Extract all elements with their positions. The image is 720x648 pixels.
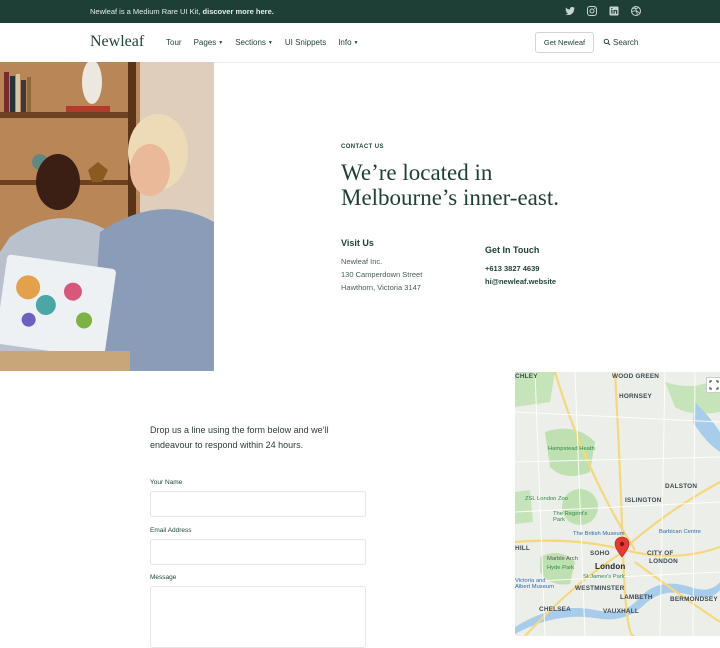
map-poi: St James's Park	[583, 574, 625, 580]
office-photo	[0, 62, 214, 371]
announcement-bar: Newleaf is a Medium Rare UI Kit, discove…	[0, 0, 720, 23]
social-links	[564, 5, 642, 17]
address-block: Newleaf Inc. 130 Camperdown Street Hawth…	[341, 255, 422, 294]
chevron-down-icon: ▼	[267, 40, 273, 46]
logo[interactable]: Newleaf	[90, 33, 144, 51]
main-navigation: Newleaf Tour Pages ▼ Sections ▼ UI Snippet…	[0, 23, 720, 63]
linkedin-icon[interactable]	[608, 5, 620, 17]
nav-menu: Tour Pages ▼ Sections ▼ UI Snippets Info ▼	[166, 38, 371, 47]
map-poi: The Regent's Park	[553, 511, 588, 523]
map-label: BERMONDSEY	[670, 596, 718, 603]
announcement-message: Newleaf is a Medium Rare UI Kit,	[90, 7, 203, 16]
map-poi: Hampstead Heath	[548, 446, 595, 452]
map-label: HORNSEY	[619, 393, 653, 400]
map-poi: Victoria and Albert Museum	[515, 578, 554, 590]
search-label: Search	[613, 38, 639, 47]
email-link[interactable]: hi@newleaf.website	[485, 275, 556, 288]
map-label: WOOD GREEN	[612, 373, 660, 380]
chevron-down-icon: ▼	[218, 40, 224, 46]
map-label-city: London	[595, 562, 626, 571]
announcement-link[interactable]: discover more here.	[203, 7, 274, 16]
instagram-icon[interactable]	[586, 5, 598, 17]
map-label: DALSTON	[665, 483, 698, 490]
nav-item-label: Sections	[235, 38, 266, 47]
map-label: VAUXHALL	[603, 608, 639, 615]
nav-item-label: UI Snippets	[284, 38, 327, 47]
email-field[interactable]	[150, 539, 366, 565]
nav-item-pages[interactable]: Pages ▼	[194, 38, 224, 47]
name-field[interactable]	[150, 491, 366, 517]
get-newleaf-button[interactable]: Get Newleaf	[535, 32, 594, 53]
get-in-touch-heading: Get In Touch	[485, 245, 540, 255]
map-label: CHLEY	[515, 373, 538, 380]
nav-item-tour[interactable]: Tour	[166, 38, 182, 47]
map-fullscreen-button[interactable]	[706, 377, 720, 393]
map-label: ISLINGTON	[625, 497, 662, 504]
search-icon	[603, 38, 611, 46]
twitter-icon[interactable]	[564, 5, 576, 17]
title-line-1: We’re located in	[341, 160, 493, 185]
map-label: LONDON	[649, 558, 678, 565]
map-poi: Marble Arch	[547, 556, 578, 562]
map-poi: Hyde Park	[547, 565, 575, 571]
map-poi: Barbican Centre	[659, 529, 701, 535]
map-label: SOHO	[590, 550, 610, 557]
address-line: 130 Camperdown Street	[341, 270, 423, 279]
dribbble-icon[interactable]	[630, 5, 642, 17]
map-poi: ZSL London Zoo	[525, 496, 568, 502]
nav-item-sections[interactable]: Sections ▼	[235, 38, 273, 47]
map-label: WESTMINSTER	[575, 585, 625, 592]
page-title: We’re located in Melbourne’s inner-east.	[341, 160, 631, 210]
map-label: CHELSEA	[539, 606, 571, 613]
nav-item-info[interactable]: Info ▼	[338, 38, 358, 47]
visit-us-heading: Visit Us	[341, 238, 374, 248]
announcement-text: Newleaf is a Medium Rare UI Kit, discove…	[90, 7, 274, 16]
email-label: Email Address	[150, 527, 192, 534]
form-intro: Drop us a line using the form below and …	[150, 425, 329, 450]
section-eyebrow: CONTACT US	[341, 144, 384, 150]
address-line: Hawthorn, Victoria 3147	[341, 283, 421, 292]
nav-item-label: Tour	[166, 38, 182, 47]
title-line-2: Melbourne’s inner-east.	[341, 185, 559, 210]
address-line: Newleaf Inc.	[341, 257, 383, 266]
chevron-down-icon: ▼	[353, 40, 359, 46]
map-poi: The British Museum	[573, 531, 625, 537]
nav-item-ui-snippets[interactable]: UI Snippets	[285, 38, 326, 47]
phone-link[interactable]: +613 3827 4639	[485, 262, 556, 275]
map-label: LAMBETH	[620, 594, 653, 601]
name-label: Your Name	[150, 479, 183, 486]
message-field[interactable]	[150, 586, 366, 648]
contact-details: +613 3827 4639 hi@newleaf.website	[485, 262, 556, 288]
map-label: HILL	[515, 545, 530, 552]
search-button[interactable]: Search	[603, 38, 638, 47]
message-label: Message	[150, 574, 177, 581]
fullscreen-icon	[709, 380, 719, 390]
nav-item-label: Info	[338, 38, 352, 47]
location-map[interactable]: CHLEY WOOD GREEN HORNSEY DALSTON ISLINGT…	[515, 372, 720, 636]
nav-item-label: Pages	[193, 38, 217, 47]
map-label: CITY OF	[647, 550, 674, 557]
